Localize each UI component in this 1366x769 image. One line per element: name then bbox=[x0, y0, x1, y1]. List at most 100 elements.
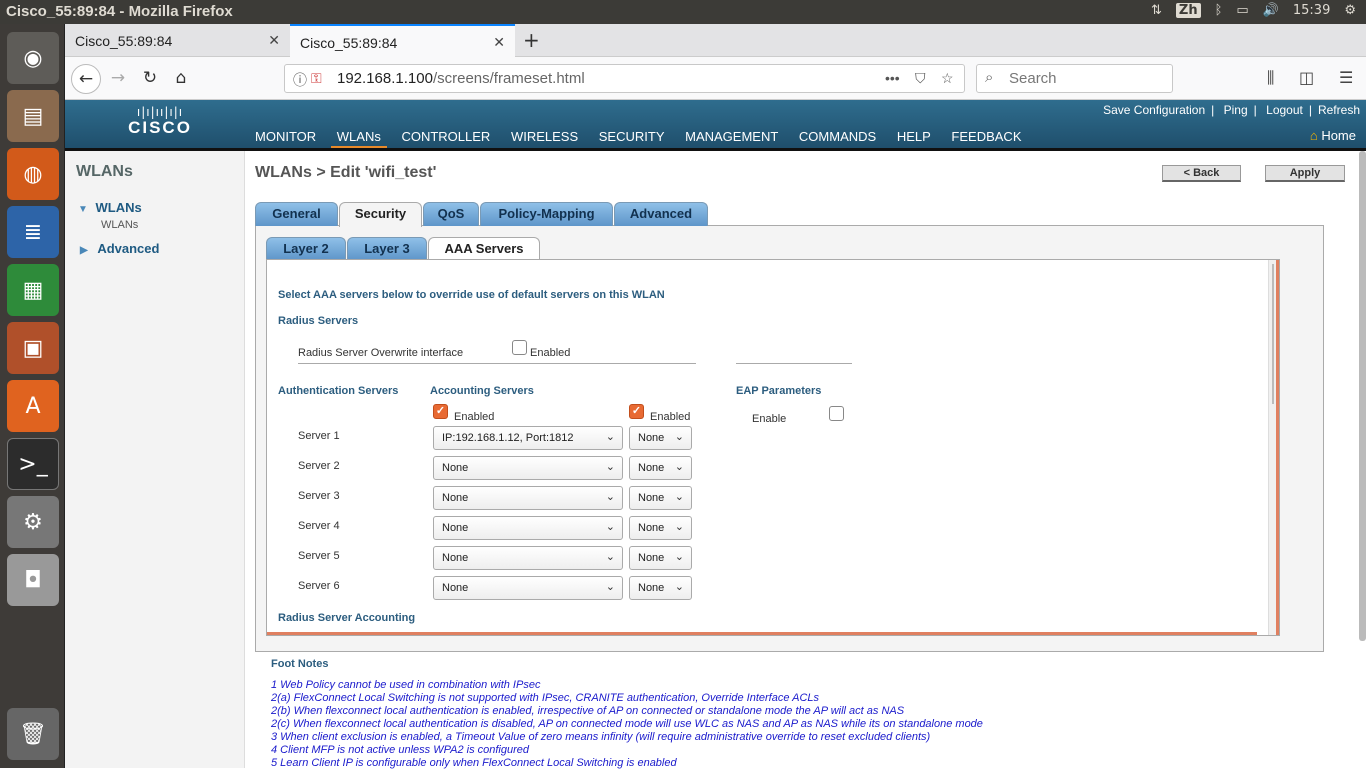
sidebar-item-label: WLANs bbox=[95, 200, 142, 215]
server-5-acct-select[interactable]: None ⌄ bbox=[629, 546, 692, 570]
logout-link[interactable]: Logout bbox=[1266, 103, 1303, 117]
menu-feedback[interactable]: FEEDBACK bbox=[951, 129, 1021, 144]
menu-commands[interactable]: COMMANDS bbox=[799, 129, 876, 144]
home-icon[interactable]: ⌂ bbox=[166, 64, 196, 94]
eap-enable-checkbox[interactable] bbox=[829, 406, 844, 421]
search-input[interactable]: ⌕ Search bbox=[976, 64, 1173, 93]
writer-icon[interactable]: ≣ bbox=[7, 206, 59, 258]
menu-security[interactable]: SECURITY bbox=[599, 129, 665, 144]
tab-layer-3[interactable]: Layer 3 bbox=[347, 237, 427, 260]
url-bar[interactable]: ⓘ ⚿ 192.168.1.100/screens/frameset.html … bbox=[284, 64, 965, 93]
browser-tab-active[interactable]: Cisco_55:89:84 ✕ bbox=[290, 24, 515, 57]
trash-icon[interactable]: 🗑 bbox=[7, 708, 59, 760]
menu-help[interactable]: HELP bbox=[897, 129, 931, 144]
auth-enabled-checkbox[interactable]: ✓ bbox=[433, 404, 448, 419]
info-icon[interactable]: ⓘ bbox=[293, 70, 307, 90]
back-icon[interactable]: ← bbox=[71, 64, 101, 94]
gear-icon[interactable]: ⚙ bbox=[1344, 3, 1356, 18]
tab-label: Cisco_55:89:84 bbox=[75, 33, 173, 49]
more-icon[interactable]: ••• bbox=[885, 70, 900, 86]
menu-management[interactable]: MANAGEMENT bbox=[685, 129, 778, 144]
volume-icon[interactable]: 🔊 bbox=[1263, 3, 1279, 18]
terminal-icon[interactable]: >_ bbox=[7, 438, 59, 490]
pocket-icon[interactable]: ⛉ bbox=[915, 70, 926, 87]
select-value: None bbox=[442, 522, 469, 534]
sidebar-item-advanced[interactable]: ▶ Advanced bbox=[80, 241, 159, 256]
server-3-auth-select[interactable]: None ⌄ bbox=[433, 486, 623, 510]
software-center-icon[interactable]: A bbox=[7, 380, 59, 432]
server-2-acct-select[interactable]: None ⌄ bbox=[629, 456, 692, 480]
sidebar-subitem-wlans[interactable]: WLANs bbox=[101, 219, 138, 231]
library-icon[interactable]: ⫼ bbox=[1267, 68, 1274, 88]
ubuntu-dash-icon[interactable]: ◉ bbox=[7, 32, 59, 84]
server-4-auth-select[interactable]: None ⌄ bbox=[433, 516, 623, 540]
tab-general[interactable]: General bbox=[255, 202, 338, 226]
close-icon[interactable]: ✕ bbox=[493, 34, 505, 51]
new-tab-icon[interactable]: + bbox=[523, 28, 540, 52]
tab-aaa-servers[interactable]: AAA Servers bbox=[428, 237, 540, 261]
footnote: 1 Web Policy cannot be used in combinati… bbox=[271, 679, 541, 691]
settings-icon[interactable]: ⚙ bbox=[7, 496, 59, 548]
menu-wlans[interactable]: WLANs bbox=[337, 129, 381, 144]
browser-tab[interactable]: Cisco_55:89:84 ✕ bbox=[65, 24, 290, 57]
tab-qos[interactable]: QoS bbox=[423, 202, 479, 226]
back-button[interactable]: < Back bbox=[1162, 165, 1241, 182]
bookmark-star-icon[interactable]: ☆ bbox=[941, 70, 954, 87]
select-value: IP:192.168.1.12, Port:1812 bbox=[442, 432, 574, 444]
forward-icon[interactable]: → bbox=[103, 64, 133, 94]
divider bbox=[298, 363, 696, 364]
refresh-link[interactable]: Refresh bbox=[1318, 103, 1360, 117]
server-6-acct-select[interactable]: None ⌄ bbox=[629, 576, 692, 600]
scrollbar-thumb[interactable] bbox=[1272, 264, 1274, 404]
auth-servers-heading: Authentication Servers bbox=[278, 385, 399, 397]
save-configuration-link[interactable]: Save Configuration bbox=[1103, 103, 1205, 117]
menu-monitor[interactable]: MONITOR bbox=[255, 129, 316, 144]
close-icon[interactable]: ✕ bbox=[268, 32, 280, 49]
sidebar-icon[interactable]: ◫ bbox=[1299, 68, 1314, 87]
tab-security[interactable]: Security bbox=[339, 202, 422, 227]
clock[interactable]: 15:39 bbox=[1293, 3, 1330, 18]
camera-icon[interactable]: ◘ bbox=[7, 554, 59, 606]
apply-button[interactable]: Apply bbox=[1265, 165, 1345, 182]
files-icon[interactable]: ▤ bbox=[7, 90, 59, 142]
ping-link[interactable]: Ping bbox=[1224, 103, 1248, 117]
cisco-logo-text: CISCO bbox=[128, 118, 192, 137]
server-6-auth-select[interactable]: None ⌄ bbox=[433, 576, 623, 600]
tab-policy-mapping[interactable]: Policy-Mapping bbox=[480, 202, 613, 226]
menu-controller[interactable]: CONTROLLER bbox=[401, 129, 490, 144]
menu-icon[interactable]: ☰ bbox=[1339, 68, 1353, 87]
radius-accounting-heading: Radius Server Accounting bbox=[278, 612, 416, 624]
impress-icon[interactable]: ▣ bbox=[7, 322, 59, 374]
frame-bottom-accent bbox=[267, 632, 1257, 635]
home-link[interactable]: ⌂ Home bbox=[1310, 128, 1356, 143]
acct-enabled-checkbox[interactable]: ✓ bbox=[629, 404, 644, 419]
input-method[interactable]: Zh bbox=[1175, 3, 1201, 18]
battery-icon[interactable]: ▭ bbox=[1236, 3, 1248, 18]
divider bbox=[736, 363, 852, 364]
server-2-auth-select[interactable]: None ⌄ bbox=[433, 456, 623, 480]
home-icon: ⌂ bbox=[1309, 128, 1318, 143]
calc-icon[interactable]: ▦ bbox=[7, 264, 59, 316]
insecure-lock-icon[interactable]: ⚿ bbox=[311, 70, 322, 87]
network-icon[interactable]: ⇅ bbox=[1151, 3, 1162, 18]
firefox-icon[interactable]: ◍ bbox=[7, 148, 59, 200]
select-value: None bbox=[638, 552, 665, 564]
reload-icon[interactable]: ↻ bbox=[135, 64, 165, 94]
header-links: Save Configuration | Ping | Logout | Refresh bbox=[1103, 103, 1360, 117]
server-3-label: Server 3 bbox=[298, 490, 340, 502]
chevron-down-icon: ⌄ bbox=[674, 551, 684, 563]
server-5-auth-select[interactable]: None ⌄ bbox=[433, 546, 623, 570]
overwrite-interface-checkbox[interactable] bbox=[512, 340, 527, 355]
server-1-auth-select[interactable]: IP:192.168.1.12, Port:1812 ⌄ bbox=[433, 426, 623, 450]
server-1-acct-select[interactable]: None ⌄ bbox=[629, 426, 692, 450]
server-3-acct-select[interactable]: None ⌄ bbox=[629, 486, 692, 510]
page-scrollbar[interactable] bbox=[1359, 151, 1366, 641]
sidebar-item-wlans[interactable]: ▼ WLANs bbox=[78, 200, 142, 215]
cisco-logo-bars: ı|ı|ıı|ı|ı bbox=[136, 105, 184, 119]
menu-wireless[interactable]: WIRELESS bbox=[511, 129, 578, 144]
server-4-acct-select[interactable]: None ⌄ bbox=[629, 516, 692, 540]
acct-servers-heading: Accounting Servers bbox=[430, 385, 534, 397]
tab-advanced[interactable]: Advanced bbox=[614, 202, 708, 226]
tab-layer-2[interactable]: Layer 2 bbox=[266, 237, 346, 260]
bluetooth-icon[interactable]: ᛒ bbox=[1215, 3, 1223, 18]
